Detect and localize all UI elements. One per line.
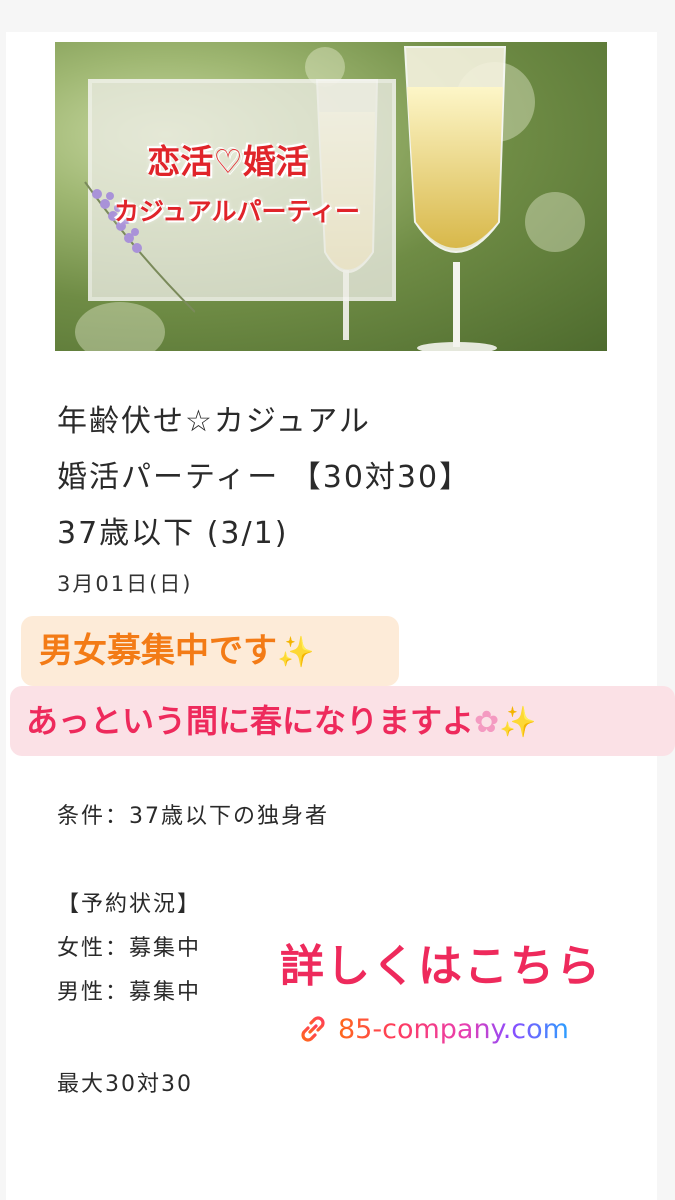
spring-sticker: あっという間に春になりますよ✿✨ [10,686,675,756]
status-heading: 【予約状況】 [57,892,202,917]
recruiting-sticker: 男女募集中です✨ [21,616,399,686]
website-link[interactable]: 85-company.com [296,1012,569,1046]
event-title-line: 年齢伏せ☆カジュアル [57,404,371,439]
website-link-text[interactable]: 85-company.com [338,1014,569,1045]
lavender-icon [84,181,195,313]
male-status: 男性：募集中 [57,980,202,1005]
female-status: 女性：募集中 [57,936,202,961]
banner-subtitle: カジュアルパーティー [113,197,360,226]
event-title: 年齢伏せ☆カジュアル 婚活パーティー 【30対30】 37歳以下 (3/1) [57,394,617,562]
sparkles-icon: ✨ [277,635,315,670]
sparkles-icon: ✨ [499,705,537,740]
banner-title: 恋活♡婚活 [147,142,309,181]
event-title-line: 37歳以下 (3/1) [57,516,289,551]
spring-text: あっという間に春になりますよ [26,702,475,740]
cherry-blossom-icon: ✿ [474,705,500,740]
link-icon [301,1016,325,1042]
banner-image: 恋活♡婚活 カジュアルパーティー [55,42,607,351]
event-date: 3月01日(日) [57,572,193,596]
condition-text: 条件：37歳以下の独身者 [57,804,329,829]
event-title-line: 婚活パーティー 【30対30】 [57,460,472,495]
recruiting-text: 男女募集中です [39,631,277,671]
capacity-text: 最大30対30 [57,1072,193,1097]
details-cta[interactable]: 詳しくはこちら [280,930,602,994]
